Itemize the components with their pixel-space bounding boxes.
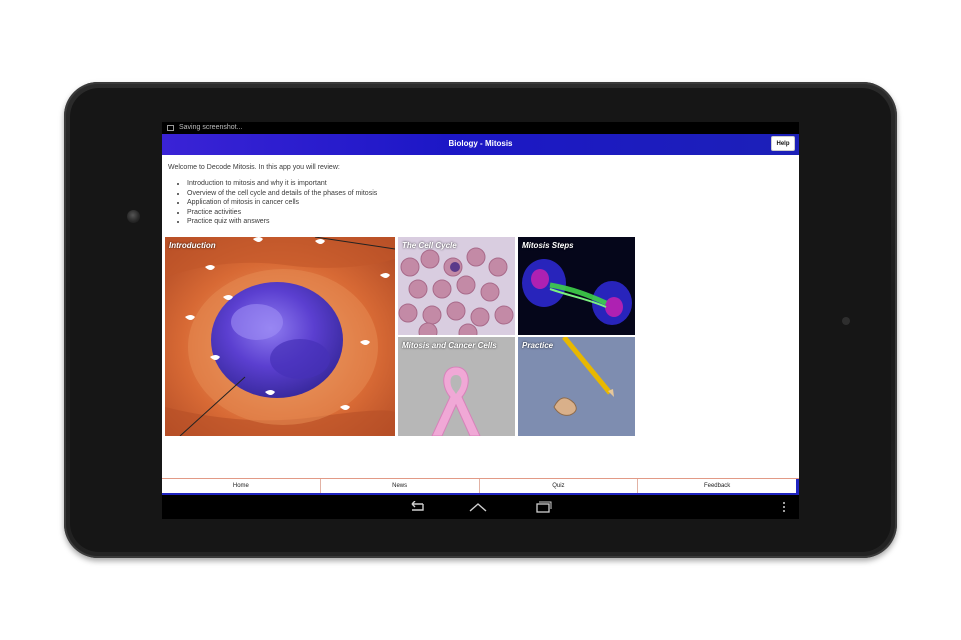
tile-practice[interactable]: Practice [518, 337, 635, 436]
tab-feedback[interactable]: Feedback [638, 479, 799, 493]
android-nav-bar [162, 495, 799, 519]
app-title-bar: Biology - Mitosis Help [162, 134, 799, 155]
page-title: Biology - Mitosis [448, 139, 513, 148]
front-camera [127, 210, 140, 223]
home-icon[interactable] [468, 501, 488, 513]
introduction-image [165, 237, 395, 436]
tile-label: Practice [522, 341, 554, 350]
list-item: Practice quiz with answers [187, 217, 377, 227]
tile-mitosis-steps[interactable]: Mitosis Steps [518, 237, 635, 335]
tile-cancer-cells[interactable]: Mitosis and Cancer Cells [398, 337, 515, 436]
list-item: Overview of the cell cycle and details o… [187, 189, 377, 199]
help-button[interactable]: Help [771, 136, 795, 151]
tab-news[interactable]: News [321, 479, 480, 493]
tab-home[interactable]: Home [162, 479, 321, 493]
tile-label: The Cell Cycle [402, 241, 457, 250]
tile-label: Mitosis and Cancer Cells [402, 341, 497, 350]
pink-ribbon-image [398, 337, 515, 436]
tile-introduction[interactable]: Introduction [165, 237, 395, 436]
back-icon[interactable] [406, 501, 426, 513]
list-item: Practice activities [187, 208, 377, 218]
device-screen: Saving screenshot... Biology - Mitosis H… [162, 122, 799, 519]
screenshot-icon [167, 125, 174, 131]
status-notification-text: Saving screenshot... [179, 124, 243, 131]
tile-label: Mitosis Steps [522, 241, 574, 250]
overflow-menu-icon[interactable] [781, 501, 787, 513]
tab-quiz[interactable]: Quiz [480, 479, 639, 493]
cell-cycle-image [398, 237, 515, 335]
mitosis-steps-image [518, 237, 635, 335]
status-bar: Saving screenshot... [162, 122, 799, 134]
review-list: Introduction to mitosis and why it is im… [168, 179, 377, 227]
list-item: Introduction to mitosis and why it is im… [187, 179, 377, 189]
tile-label: Introduction [169, 241, 216, 250]
tile-cell-cycle[interactable]: The Cell Cycle [398, 237, 515, 335]
recents-icon[interactable] [533, 501, 553, 513]
light-sensor [842, 317, 850, 325]
practice-image [518, 337, 635, 436]
main-content: Welcome to Decode Mitosis. In this app y… [162, 155, 799, 478]
list-item: Application of mitosis in cancer cells [187, 198, 377, 208]
bottom-tab-bar: Home News Quiz Feedback [162, 478, 799, 495]
welcome-text: Welcome to Decode Mitosis. In this app y… [168, 164, 340, 171]
